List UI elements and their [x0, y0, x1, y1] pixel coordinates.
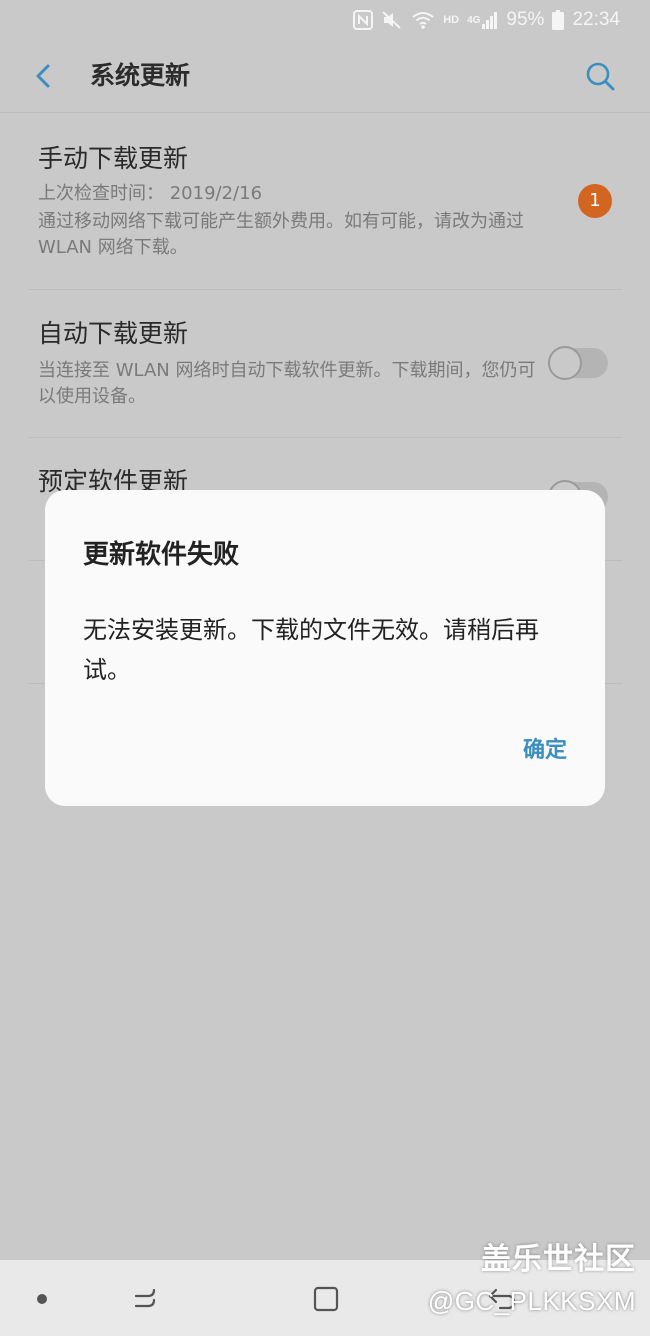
- item-description: 通过移动网络下载可能产生额外费用。如有可能，请改为通过 WLAN 网络下载。: [38, 211, 524, 258]
- watermark-community: 盖乐世社区: [481, 1242, 636, 1277]
- recent-apps-icon: [134, 1288, 156, 1308]
- update-failed-dialog: 更新软件失败 无法安装更新。下载的文件无效。请稍后再试。 确定: [45, 490, 605, 806]
- search-icon: [586, 62, 615, 91]
- clock: 22:34: [572, 9, 620, 30]
- nav-dot-icon[interactable]: [37, 1294, 47, 1304]
- status-icons: HD 4G 95% 22:34: [353, 6, 620, 34]
- signal-icon: [482, 10, 498, 30]
- auto-download-toggle[interactable]: [548, 346, 608, 380]
- home-button[interactable]: [312, 1284, 340, 1314]
- search-button[interactable]: [582, 58, 618, 94]
- notification-badge: 1: [578, 184, 612, 218]
- dialog-message: 无法安装更新。下载的文件无效。请稍后再试。: [83, 616, 539, 684]
- item-title: 自动下载更新: [38, 319, 189, 348]
- network-type-label: 4G: [467, 14, 481, 26]
- home-icon: [313, 1286, 339, 1312]
- mute-icon: [381, 10, 403, 30]
- dialog-title: 更新软件失败: [83, 540, 240, 570]
- nfc-icon: [353, 10, 374, 30]
- wifi-icon: [411, 10, 435, 30]
- watermark-user: @GC_PLKKSXM: [427, 1286, 636, 1316]
- item-last-check: 上次检查时间： 2019/2/16: [38, 183, 263, 204]
- app-bar: 系统更新: [0, 40, 650, 112]
- item-title: 手动下载更新: [38, 144, 189, 173]
- status-bar: HD 4G 95% 22:34: [0, 0, 650, 40]
- battery-icon: [552, 10, 565, 30]
- confirm-button[interactable]: 确定: [523, 736, 567, 766]
- chevron-left-icon: [36, 64, 50, 88]
- back-button[interactable]: [26, 58, 62, 94]
- battery-percent: 95%: [506, 9, 545, 30]
- recent-apps-button[interactable]: [130, 1284, 160, 1314]
- list-item-auto-download[interactable]: 自动下载更新 当连接至 WLAN 网络时自动下载软件更新。下载期间，您仍可以使用…: [0, 290, 650, 437]
- item-description: 当连接至 WLAN 网络时自动下载软件更新。下载期间，您仍可以使用设备。: [38, 360, 536, 407]
- system-update-screen: HD 4G 95% 22:34 系统更新 手动下载更新 上次检查时间： 2019…: [0, 0, 650, 1336]
- list-item-manual-download[interactable]: 手动下载更新 上次检查时间： 2019/2/16 通过移动网络下载可能产生额外费…: [0, 113, 650, 289]
- hd-label: HD: [443, 14, 460, 26]
- toggle-knob: [548, 346, 582, 380]
- page-title: 系统更新: [90, 61, 191, 90]
